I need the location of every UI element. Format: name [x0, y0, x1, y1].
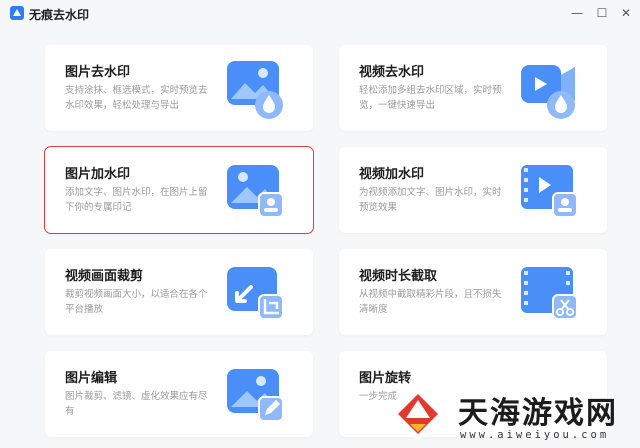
card-description: 裁剪视频画面大小，以适合在各个平台播放 [65, 289, 208, 315]
maximize-button[interactable]: ☐ [594, 5, 610, 21]
video-remove-watermark-icon [521, 65, 575, 119]
image-remove-watermark-icon [227, 61, 283, 119]
card-title: 图片编辑 [65, 371, 118, 386]
card-title: 图片加水印 [65, 167, 131, 182]
image-edit-icon [227, 369, 284, 422]
card-video-trim[interactable]: 视频时长截取 从视频中截取精彩片段，且不损失清晰度 [339, 249, 607, 335]
card-description: 添加文字、图片水印，在图片上留下你的专属印记 [65, 187, 208, 213]
card-image-add-watermark[interactable]: 图片加水印 添加文字、图片水印，在图片上留下你的专属印记 [44, 146, 314, 234]
minimize-button[interactable]: — [569, 5, 585, 21]
video-trim-icon [521, 267, 578, 320]
card-title: 视频画面裁剪 [65, 269, 144, 284]
card-title: 视频去水印 [359, 65, 425, 80]
app-title: 无痕去水印 [29, 8, 90, 22]
card-title: 视频加水印 [359, 167, 425, 182]
card-video-crop[interactable]: 视频画面裁剪 裁剪视频画面大小，以适合在各个平台播放 [45, 249, 313, 335]
card-description: 从视频中截取精彩片段，且不损失清晰度 [359, 289, 502, 315]
site-logo-icon [391, 387, 445, 441]
title-bar: 无痕去水印 — ☐ ✕ [0, 0, 640, 26]
site-name: 天海游戏网 [458, 396, 618, 431]
card-title: 图片去水印 [65, 65, 131, 80]
site-watermark: 天海游戏网 www.aiweiyou.com [388, 382, 640, 448]
image-add-watermark-icon [227, 165, 284, 218]
site-url: www.aiweiyou.com [460, 429, 610, 441]
card-description: 图片裁剪、滤镜、虚化效果应有尽有 [65, 391, 208, 417]
close-button[interactable]: ✕ [618, 5, 634, 21]
card-image-remove-watermark[interactable]: 图片去水印 支持涂抹、框选模式，实时预览去水印效果，轻松处理与导出 [45, 45, 313, 131]
card-video-add-watermark[interactable]: 视频加水印 为视频添加文字、图片水印，实时预览效果 [339, 147, 607, 233]
card-description: 轻松添加多组去水印区域，实时预览，一键快速导出 [359, 85, 502, 111]
card-image-edit[interactable]: 图片编辑 图片裁剪、滤镜、虚化效果应有尽有 [45, 351, 313, 437]
video-crop-icon [227, 267, 284, 320]
card-description: 支持涂抹、框选模式，实时预览去水印效果，轻松处理与导出 [65, 85, 208, 111]
card-video-remove-watermark[interactable]: 视频去水印 轻松添加多组去水印区域，实时预览，一键快速导出 [339, 45, 607, 131]
card-description: 为视频添加文字、图片水印，实时预览效果 [359, 187, 502, 213]
app-logo-icon [10, 6, 24, 20]
video-add-watermark-icon [521, 165, 578, 218]
card-title: 视频时长截取 [359, 269, 438, 284]
